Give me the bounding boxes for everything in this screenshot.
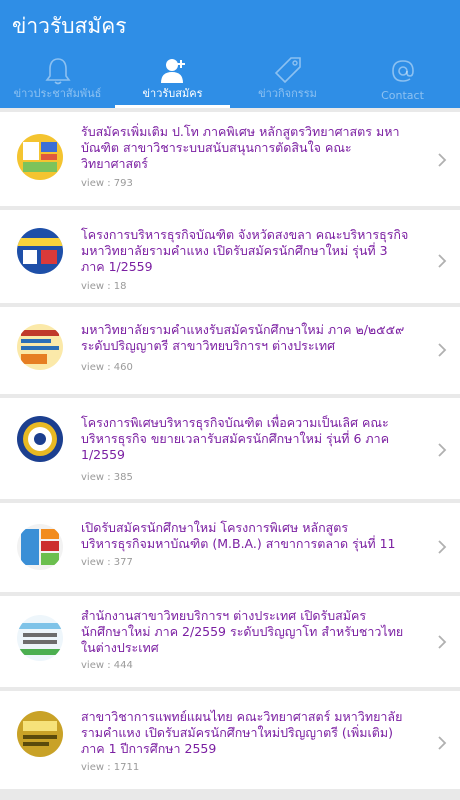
news-list: รับสมัครเพิ่มเติม ป.โท ภาคพิเศษ หลักสูตร… xyxy=(0,112,460,800)
chevron-right-icon xyxy=(438,635,447,649)
tab-label: ข่าวรับสมัคร xyxy=(142,87,203,100)
tab-label: ข่าวประชาสัมพันธ์ xyxy=(13,87,102,100)
news-thumbnail xyxy=(17,416,63,462)
add-user-icon xyxy=(160,59,185,83)
news-title: สำนักงานสาขาวิทยบริการฯ ต่างประเทศ เปิดร… xyxy=(81,608,404,655)
news-title: โครงการพิเศษบริหารธุรกิจบัณฑิต เพื่อความ… xyxy=(81,415,390,462)
news-item[interactable]: สำนักงานสาขาวิทยบริการฯ ต่างประเทศ เปิดร… xyxy=(0,596,460,687)
tab-contact[interactable]: Contact xyxy=(345,54,460,108)
view-count: view : 1711 xyxy=(81,762,140,773)
news-item[interactable]: มหาวิทยาลัยรามคำแหงรับสมัครนักศึกษาใหม่ … xyxy=(0,307,460,394)
chevron-right-icon xyxy=(438,736,447,750)
view-count: view : 460 xyxy=(81,362,133,373)
tag-icon xyxy=(274,57,301,84)
news-item[interactable]: รับสมัครเพิ่มเติม ป.โท ภาคพิเศษ หลักสูตร… xyxy=(0,112,460,206)
chevron-right-icon xyxy=(438,540,447,554)
view-count: view : 793 xyxy=(81,178,133,189)
news-title: เปิดรับสมัครนักศึกษาใหม่ โครงการพิเศษ หล… xyxy=(81,520,396,551)
app-bar: ข่าวรับสมัคร ข่าวประชาสัมพันธ์ ข่าวรับสม… xyxy=(0,0,460,108)
news-item[interactable]: โครงการพิเศษบริหารธุรกิจบัณฑิต เพื่อความ… xyxy=(0,398,460,499)
view-count: view : 18 xyxy=(81,281,127,292)
chevron-right-icon xyxy=(438,443,447,457)
bell-icon xyxy=(44,58,71,85)
tab-label: Contact xyxy=(381,89,424,102)
tab-label: ข่าวกิจกรรม xyxy=(258,87,317,100)
tab-activities[interactable]: ข่าวกิจกรรม xyxy=(230,54,345,108)
chevron-right-icon xyxy=(438,254,447,268)
view-count: view : 377 xyxy=(81,557,133,568)
news-thumbnail xyxy=(17,615,63,661)
tab-bar: ข่าวประชาสัมพันธ์ ข่าวรับสมัคร ข่าวกิจกร… xyxy=(0,54,460,108)
at-icon xyxy=(391,60,414,82)
app-title: ข่าวรับสมัคร xyxy=(12,14,127,38)
chevron-right-icon xyxy=(438,343,447,357)
news-title: มหาวิทยาลัยรามคำแหงรับสมัครนักศึกษาใหม่ … xyxy=(81,322,405,353)
news-title: โครงการบริหารธุรกิจบัณฑิต จังหวัดสงขลา ค… xyxy=(81,227,409,274)
news-thumbnail xyxy=(17,324,63,370)
news-thumbnail xyxy=(17,134,63,180)
chevron-right-icon xyxy=(438,153,447,167)
news-title: สาขาวิชาการแพทย์แผนไทย คณะวิทยาศาสตร์ มห… xyxy=(81,709,403,756)
tab-admission[interactable]: ข่าวรับสมัคร xyxy=(115,54,230,108)
news-thumbnail xyxy=(17,228,63,274)
view-count: view : 444 xyxy=(81,660,133,671)
view-count: view : 385 xyxy=(81,472,133,483)
news-title: รับสมัครเพิ่มเติม ป.โท ภาคพิเศษ หลักสูตร… xyxy=(81,124,400,171)
tab-public-relations[interactable]: ข่าวประชาสัมพันธ์ xyxy=(0,54,115,108)
news-item[interactable]: โครงการบริหารธุรกิจบัณฑิต จังหวัดสงขลา ค… xyxy=(0,210,460,303)
news-thumbnail xyxy=(17,711,63,757)
news-thumbnail xyxy=(17,524,63,570)
news-item[interactable]: สาขาวิชาการแพทย์แผนไทย คณะวิทยาศาสตร์ มห… xyxy=(0,691,460,789)
news-item[interactable]: เปิดรับสมัครนักศึกษาใหม่ โครงการพิเศษ หล… xyxy=(0,503,460,592)
